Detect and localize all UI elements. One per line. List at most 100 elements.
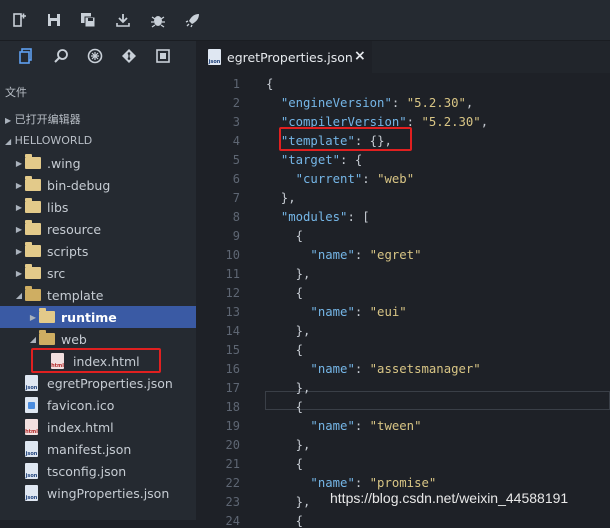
code-token: "web" [377, 172, 415, 186]
publish-icon[interactable] [113, 10, 133, 30]
code-line[interactable]: }, [266, 191, 296, 205]
line-number: 3 [232, 115, 240, 129]
code-token: "5.2.30" [406, 96, 466, 110]
code-line[interactable]: "name": "promise" [266, 476, 436, 490]
code-token: }, [266, 267, 311, 281]
chevron-down-icon[interactable]: ◢ [14, 291, 24, 300]
code-line[interactable]: { [266, 400, 303, 414]
code-token: "current" [295, 172, 363, 186]
tree-folder[interactable]: ◢ template [0, 284, 196, 306]
code-line[interactable]: { [266, 77, 273, 91]
code-token: "modules" [280, 210, 348, 224]
line-number: 8 [232, 210, 240, 224]
code-line[interactable]: "name": "assetsmanager" [266, 362, 480, 376]
code-token: : [354, 362, 370, 376]
code-line[interactable]: "target": { [266, 153, 362, 167]
code-token: "target" [280, 153, 341, 167]
code-line[interactable]: { [266, 514, 303, 528]
tree-file[interactable]: html index.html [0, 350, 196, 372]
line-number: 5 [232, 153, 240, 167]
code-line[interactable]: }, [266, 381, 311, 395]
close-icon[interactable]: × [354, 48, 366, 64]
code-line[interactable]: "compilerVersion": "5.2.30", [266, 115, 488, 129]
tree-file[interactable]: json tsconfig.json [0, 460, 196, 482]
code-line[interactable]: "template": {}, [266, 134, 392, 148]
chevron-right-icon[interactable]: ▶ [14, 203, 24, 212]
chevron-right-icon[interactable]: ▶ [14, 225, 24, 234]
code-line[interactable]: "modules": [ [266, 210, 370, 224]
search-icon[interactable] [50, 45, 72, 67]
code-line[interactable]: "name": "tween" [266, 419, 421, 433]
tree-folder[interactable]: ▶ libs [0, 196, 196, 218]
code-token: "name" [310, 476, 355, 490]
code-line[interactable]: { [266, 286, 303, 300]
tree-folder[interactable]: ▶ bin-debug [0, 174, 196, 196]
code-token: { [266, 343, 304, 357]
line-number: 22 [225, 476, 240, 490]
tree-item-label: scripts [47, 243, 89, 259]
code-line[interactable]: }, [266, 267, 311, 281]
save-all-icon[interactable] [78, 10, 98, 30]
tree-folder[interactable]: ▶ resource [0, 218, 196, 240]
tree-folder[interactable]: ▶ src [0, 262, 196, 284]
chevron-right-icon[interactable]: ▶ [14, 181, 24, 190]
tree-folder[interactable]: ◢ web [0, 328, 196, 350]
code-line[interactable]: "name": "eui" [266, 305, 407, 319]
code-token: "eui" [369, 305, 407, 319]
code-token: , [480, 115, 489, 129]
chevron-right-icon[interactable]: ▶ [14, 247, 24, 256]
tree-folder[interactable]: ▶ runtime [0, 306, 196, 328]
code-line[interactable]: "engineVersion": "5.2.30", [266, 96, 474, 110]
line-number: 1 [232, 77, 240, 91]
tree-item-label: resource [47, 221, 102, 237]
line-number: 19 [225, 419, 240, 433]
folder-icon [25, 220, 41, 235]
tree-file[interactable]: favicon.ico [0, 394, 196, 416]
chevron-right-icon[interactable]: ▶ [14, 159, 24, 168]
code-token: : [391, 96, 407, 110]
json-file-icon: json [25, 463, 38, 479]
chevron-down-icon[interactable]: ◢ [28, 335, 38, 344]
debug-panel-icon[interactable] [152, 45, 174, 67]
tree-file[interactable]: json manifest.json [0, 438, 196, 460]
chevron-right-icon[interactable]: ▶ [28, 313, 38, 322]
project-header[interactable]: ◢ HELLOWORLD [5, 134, 92, 147]
tab-egret-properties[interactable]: json egretProperties.json × [196, 41, 372, 75]
open-editors-header[interactable]: ▶ 已打开编辑器 [5, 111, 81, 127]
code-editor: json egretProperties.json × 1 {2 "engineV… [196, 41, 610, 528]
tree-file[interactable]: json wingProperties.json [0, 482, 196, 504]
code-line[interactable]: }, [266, 324, 311, 338]
tree-file[interactable]: json egretProperties.json [0, 372, 196, 394]
tree-item-label: tsconfig.json [47, 463, 127, 479]
tree-item-label: index.html [47, 419, 114, 435]
code-line[interactable]: { [266, 457, 303, 471]
tree-file[interactable]: html index.html [0, 416, 196, 438]
code-line[interactable]: }, [266, 438, 311, 452]
code-token: { [266, 514, 304, 528]
run-icon[interactable] [183, 10, 203, 30]
json-file-icon: json [25, 485, 38, 501]
chevron-right-icon[interactable]: ▶ [14, 269, 24, 278]
code-token: : [354, 248, 370, 262]
line-number: 9 [232, 229, 240, 243]
code-token: "name" [310, 419, 355, 433]
code-area[interactable]: 1 {2 "engineVersion": "5.2.30", 3 "compile… [196, 75, 610, 528]
code-line[interactable]: { [266, 343, 303, 357]
git-icon[interactable] [118, 45, 140, 67]
code-line[interactable]: { [266, 229, 303, 243]
save-icon[interactable] [44, 10, 64, 30]
explorer-icon[interactable] [16, 45, 38, 67]
code-line[interactable]: }, [266, 495, 311, 509]
code-line[interactable]: "current": "web" [266, 172, 414, 186]
debug-icon[interactable] [148, 10, 168, 30]
tree-folder[interactable]: ▶ .wing [0, 152, 196, 174]
line-number: 17 [225, 381, 240, 395]
new-file-icon[interactable] [10, 10, 30, 30]
extensions-icon[interactable] [84, 45, 106, 67]
code-token: "tween" [369, 419, 422, 433]
tree-folder[interactable]: ▶ scripts [0, 240, 196, 262]
code-line[interactable]: "name": "egret" [266, 248, 421, 262]
